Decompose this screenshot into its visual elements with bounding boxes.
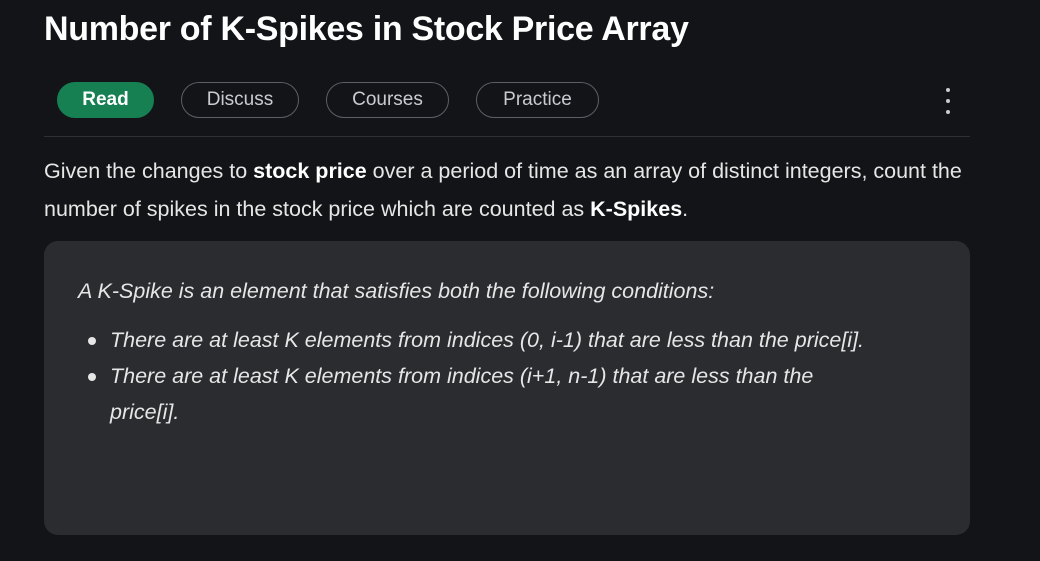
tab-practice[interactable]: Practice [476, 82, 599, 118]
list-item: There are at least K elements from indic… [78, 322, 880, 358]
note-lead: A K-Spike is an element that satisfies b… [78, 279, 715, 303]
page-title: Number of K-Spikes in Stock Price Array [44, 10, 689, 48]
list-item: There are at least K elements from indic… [78, 358, 880, 430]
condition-list: There are at least K elements from indic… [78, 322, 936, 430]
article: Number of K-Spikes in Stock Price Array … [44, 0, 970, 535]
intro-text: . [682, 197, 689, 221]
bullet-icon [88, 337, 96, 345]
intro-bold-term: stock price [253, 159, 367, 183]
dot [946, 88, 950, 92]
condition-text: There are at least K elements from indic… [110, 328, 865, 352]
intro-bold-term: K-Spikes [590, 197, 683, 221]
condition-text: There are at least K elements from indic… [110, 364, 814, 424]
intro-text: Given the changes to [44, 159, 254, 183]
article-tabs: Read Discuss Courses Practice [44, 80, 970, 120]
divider [44, 136, 970, 137]
intro-paragraph: Given the changes to stock price over a … [44, 152, 970, 228]
tab-courses[interactable]: Courses [326, 82, 449, 118]
dot [946, 110, 950, 114]
more-vertical-icon[interactable] [940, 88, 956, 114]
tab-read[interactable]: Read [57, 82, 154, 118]
dot [946, 99, 950, 103]
definition-note: A K-Spike is an element that satisfies b… [44, 241, 970, 535]
bullet-icon [88, 373, 96, 381]
tab-discuss[interactable]: Discuss [181, 82, 299, 118]
